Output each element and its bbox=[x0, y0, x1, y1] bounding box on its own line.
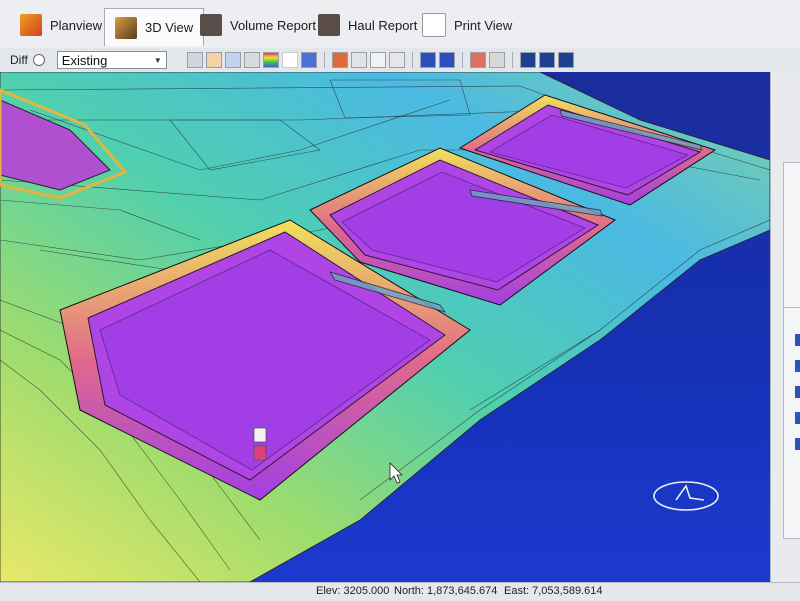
toolbar-divider bbox=[323, 52, 325, 68]
volume-report-icon bbox=[200, 14, 222, 36]
surface-select[interactable]: Existing ▼ bbox=[56, 51, 167, 69]
diff-radio[interactable] bbox=[32, 54, 45, 66]
magnet-icon[interactable] bbox=[538, 52, 555, 68]
view-button[interactable] bbox=[795, 412, 800, 424]
home-icon[interactable] bbox=[186, 52, 203, 68]
page-icon[interactable] bbox=[369, 52, 386, 68]
side-panel bbox=[770, 72, 800, 582]
tool-buttons bbox=[186, 52, 574, 68]
red-circle-icon[interactable] bbox=[331, 52, 348, 68]
tab-label: Volume Report bbox=[230, 17, 316, 33]
east-readout: East: 7,053,589.614 bbox=[504, 585, 603, 597]
haul-report-icon bbox=[318, 14, 340, 36]
grid-icon[interactable] bbox=[519, 52, 536, 68]
a-icon[interactable] bbox=[419, 52, 436, 68]
zoom-icon[interactable] bbox=[224, 52, 241, 68]
home-alt-icon[interactable] bbox=[469, 52, 486, 68]
water-drop-icon[interactable] bbox=[300, 52, 317, 68]
v-icon[interactable] bbox=[438, 52, 455, 68]
3d-view-icon bbox=[115, 16, 137, 39]
toolbar-divider bbox=[511, 52, 513, 68]
tab-print-view[interactable]: Print View bbox=[412, 8, 522, 42]
planview-icon bbox=[20, 14, 42, 36]
toolbar-divider bbox=[461, 52, 463, 68]
view-button[interactable] bbox=[795, 360, 800, 372]
elev-readout: Elev: 3205.000 bbox=[316, 585, 390, 597]
sv-icon[interactable] bbox=[557, 52, 574, 68]
tab-haul-report[interactable]: Haul Report bbox=[308, 8, 427, 42]
toolbar: Diff Existing ▼ bbox=[0, 48, 800, 73]
chevron-down-icon: ▼ bbox=[153, 55, 162, 65]
view-button[interactable] bbox=[795, 334, 800, 346]
tab-label: 3D View bbox=[145, 20, 194, 35]
terrain-render bbox=[0, 72, 770, 582]
tab-planview[interactable]: Planview bbox=[10, 8, 112, 42]
sheet-icon[interactable] bbox=[388, 52, 405, 68]
triangle-icon[interactable] bbox=[281, 52, 298, 68]
view-button[interactable] bbox=[795, 438, 800, 450]
view-button[interactable] bbox=[795, 386, 800, 398]
3d-viewport[interactable] bbox=[0, 72, 770, 582]
north-readout: North: 1,873,645.674 bbox=[394, 585, 498, 597]
surface-select-value: Existing bbox=[61, 52, 108, 68]
compass-icon bbox=[653, 481, 719, 511]
toolbar-divider bbox=[411, 52, 413, 68]
tab-volume-report[interactable]: Volume Report bbox=[190, 8, 326, 42]
layers-icon[interactable] bbox=[243, 52, 260, 68]
image-icon[interactable] bbox=[488, 52, 505, 68]
tab-label: Print View bbox=[454, 17, 513, 33]
status-bar: Elev: 3205.000 North: 1,873,645.674 East… bbox=[0, 582, 800, 601]
print-view-icon bbox=[422, 13, 446, 37]
tab-bar: Planview 3D View Volume Report Haul Repo… bbox=[0, 0, 800, 49]
color-scale-icon[interactable] bbox=[262, 52, 279, 68]
tool-icon[interactable] bbox=[350, 52, 367, 68]
diff-label: Diff bbox=[10, 53, 28, 67]
tab-label: Haul Report bbox=[348, 17, 418, 33]
tab-label: Planview bbox=[50, 17, 103, 33]
pan-hand-icon[interactable] bbox=[205, 52, 222, 68]
